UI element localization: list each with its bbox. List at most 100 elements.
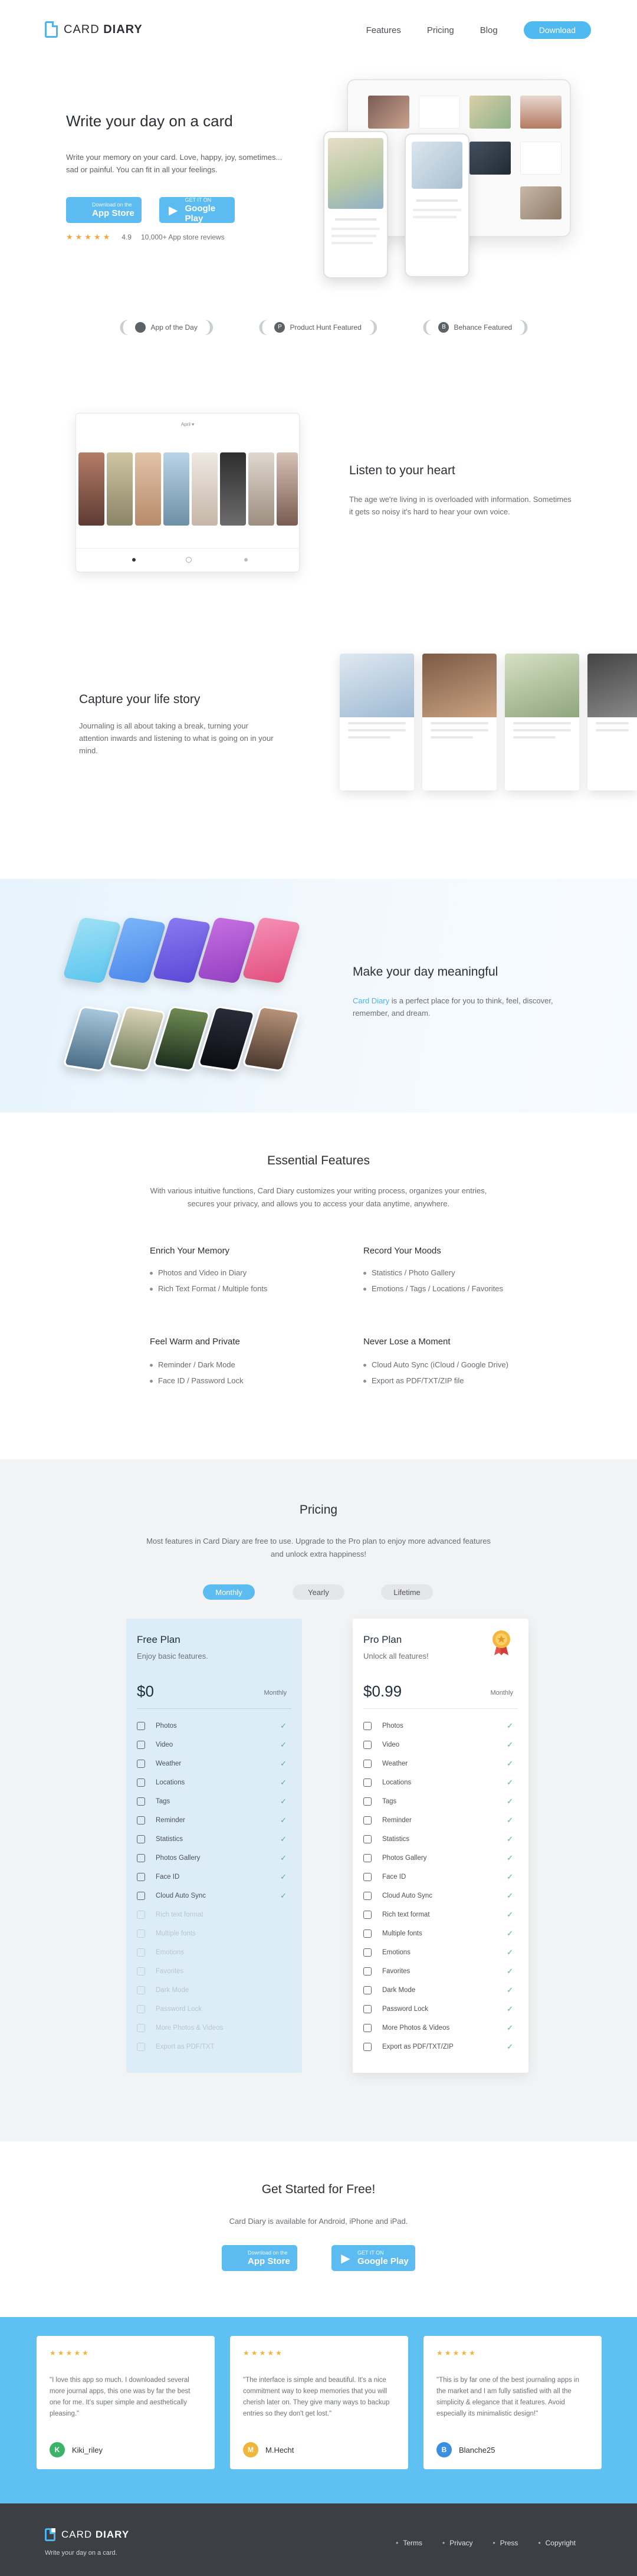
check-icon: ✓ (507, 1872, 513, 1881)
footer-link-press[interactable]: Press (493, 2539, 518, 2547)
check-icon: ✓ (507, 1891, 513, 1900)
feature-icon (363, 1948, 372, 1957)
footer-link-privacy[interactable]: Privacy (442, 2539, 472, 2547)
feature-label: Statistics (156, 1836, 183, 1843)
phone-photo (328, 138, 383, 209)
plan-price: $0 (137, 1682, 154, 1700)
tablet-photo (469, 96, 511, 129)
pro-plan-card: Pro Plan Unlock all features! $0.99 Mont… (353, 1619, 528, 2073)
user-name: M.Hecht (265, 2445, 294, 2454)
testimonial-text: "I love this app so much. I downloaded s… (50, 2377, 191, 2417)
google-play-button-bottom[interactable]: ▶ GET IT ON Google Play (331, 2245, 415, 2271)
avatar: M (243, 2442, 258, 2457)
check-icon: ✓ (507, 1740, 513, 1749)
brand-link[interactable]: Card Diary (353, 996, 389, 1005)
feature-item: Face ID / Password Lock (150, 1376, 244, 1385)
plan-feature-row: Locations ✓ (137, 1777, 287, 1789)
check-icon: ✓ (507, 1910, 513, 1919)
plan-feature-row: Cloud Auto Sync ✓ (363, 1890, 513, 1902)
award-app-of-the-day: ❨ App of the Day ❩ (117, 317, 216, 337)
google-play-button[interactable]: ▶ GET IT ON Google Play (159, 197, 235, 224)
hero-description: Write your memory on your card. Love, ha… (66, 153, 283, 174)
plan-feature-row: Export as PDF/TXT/ZIP ✓ (363, 2041, 513, 2053)
feature-item: Reminder / Dark Mode (150, 1360, 244, 1369)
play-icon: ▶ (169, 204, 178, 217)
nav-pricing[interactable]: Pricing (427, 25, 454, 35)
plan-feature-row: Password Lock (137, 2003, 287, 2015)
feature-label: Weather (156, 1760, 182, 1767)
tab-monthly[interactable]: Monthly (203, 1584, 255, 1600)
tab-lifetime[interactable]: Lifetime (381, 1584, 433, 1600)
tab-add-icon[interactable] (186, 557, 192, 563)
tab-yearly[interactable]: Yearly (293, 1584, 344, 1600)
capture-title: Capture your life story (79, 693, 201, 706)
footer-link-terms[interactable]: Terms (396, 2539, 422, 2547)
feature-label: Video (382, 1741, 400, 1748)
footer-links: Terms Privacy Press Copyright (396, 2539, 576, 2547)
meaningful-title: Make your day meaningful (353, 965, 498, 979)
rating-stars: ★★★★★ (243, 2349, 284, 2357)
tab-more-icon[interactable] (244, 558, 248, 562)
capture-description: Journaling is all about taking a break, … (79, 721, 274, 755)
plan-feature-row: Photos Gallery ✓ (363, 1852, 513, 1864)
plan-feature-row: Reminder ✓ (363, 1814, 513, 1826)
feature-group-title: Never Lose a Moment (363, 1337, 451, 1347)
plan-feature-row: Dark Mode (137, 1984, 287, 1996)
rating-stars: ★★★★★ (66, 232, 113, 241)
google-play-label: Google Play (357, 2256, 409, 2266)
card-photo (135, 452, 161, 526)
feature-label: Cloud Auto Sync (382, 1892, 433, 1899)
brand-name-bold: DIARY (103, 22, 143, 36)
feature-icon (137, 1722, 145, 1730)
feature-label: Favorites (382, 1968, 411, 1975)
feature-item: Cloud Auto Sync (iCloud / Google Drive) (363, 1360, 508, 1369)
free-plan-card: Free Plan Enjoy basic features. $0 Month… (126, 1619, 302, 2073)
avatar: K (50, 2442, 65, 2457)
diary-card (340, 654, 414, 790)
phone-photo (412, 142, 462, 189)
nav-features[interactable]: Features (366, 25, 401, 35)
app-store-button-bottom[interactable]: Download on the App Store (222, 2245, 297, 2271)
check-icon: ✓ (507, 2042, 513, 2051)
rating-stars: ★★★★★ (436, 2349, 477, 2357)
feature-group-list: Statistics / Photo Gallery Emotions / Ta… (363, 1268, 503, 1300)
download-button[interactable]: Download (523, 21, 591, 39)
behance-icon: B (438, 321, 449, 333)
phone-mockup-right (405, 133, 469, 277)
card-photo (192, 452, 218, 526)
feature-icon (137, 1929, 145, 1938)
feature-icon (137, 1760, 145, 1768)
feature-label: Tags (382, 1798, 397, 1805)
feature-icon (363, 1760, 372, 1768)
footer-link-copyright[interactable]: Copyright (538, 2539, 576, 2547)
testimonial-user: M M.Hecht (243, 2442, 294, 2457)
diary-card (422, 654, 497, 790)
feature-icon (137, 1892, 145, 1900)
tablet-card (520, 142, 562, 175)
plan-feature-row: Cloud Auto Sync ✓ (137, 1890, 287, 1902)
feature-item: Export as PDF/TXT/ZIP file (363, 1376, 508, 1385)
testimonial-card: ★★★★★ "I love this app so much. I downlo… (37, 2336, 215, 2469)
feature-icon (137, 2024, 145, 2032)
feature-icon (137, 1835, 145, 1843)
play-icon: ▶ (341, 2252, 350, 2265)
check-icon: ✓ (280, 1740, 287, 1749)
check-icon: ✓ (507, 1986, 513, 1994)
feature-label: Favorites (156, 1968, 184, 1975)
brand-logo[interactable]: CARD DIARY (45, 21, 143, 38)
tab-home-icon[interactable] (132, 558, 136, 562)
check-icon: ✓ (280, 1721, 287, 1730)
feature-icon (137, 2005, 145, 2013)
plan-feature-row: Favorites ✓ (363, 1965, 513, 1977)
plan-feature-row: Photos ✓ (137, 1720, 287, 1732)
nav-blog[interactable]: Blog (480, 25, 498, 35)
card-icon (45, 21, 58, 38)
plan-name: Free Plan (137, 1634, 180, 1645)
plan-feature-row: Statistics ✓ (137, 1833, 287, 1845)
check-icon: ✓ (280, 1853, 287, 1862)
brand-name-bold: DIARY (95, 2529, 130, 2540)
footer-logo[interactable]: CARD DIARY (45, 2528, 129, 2541)
tablet-card (419, 96, 460, 129)
feature-item: Statistics / Photo Gallery (363, 1268, 503, 1277)
app-store-button[interactable]: Download on the App Store (66, 197, 142, 223)
